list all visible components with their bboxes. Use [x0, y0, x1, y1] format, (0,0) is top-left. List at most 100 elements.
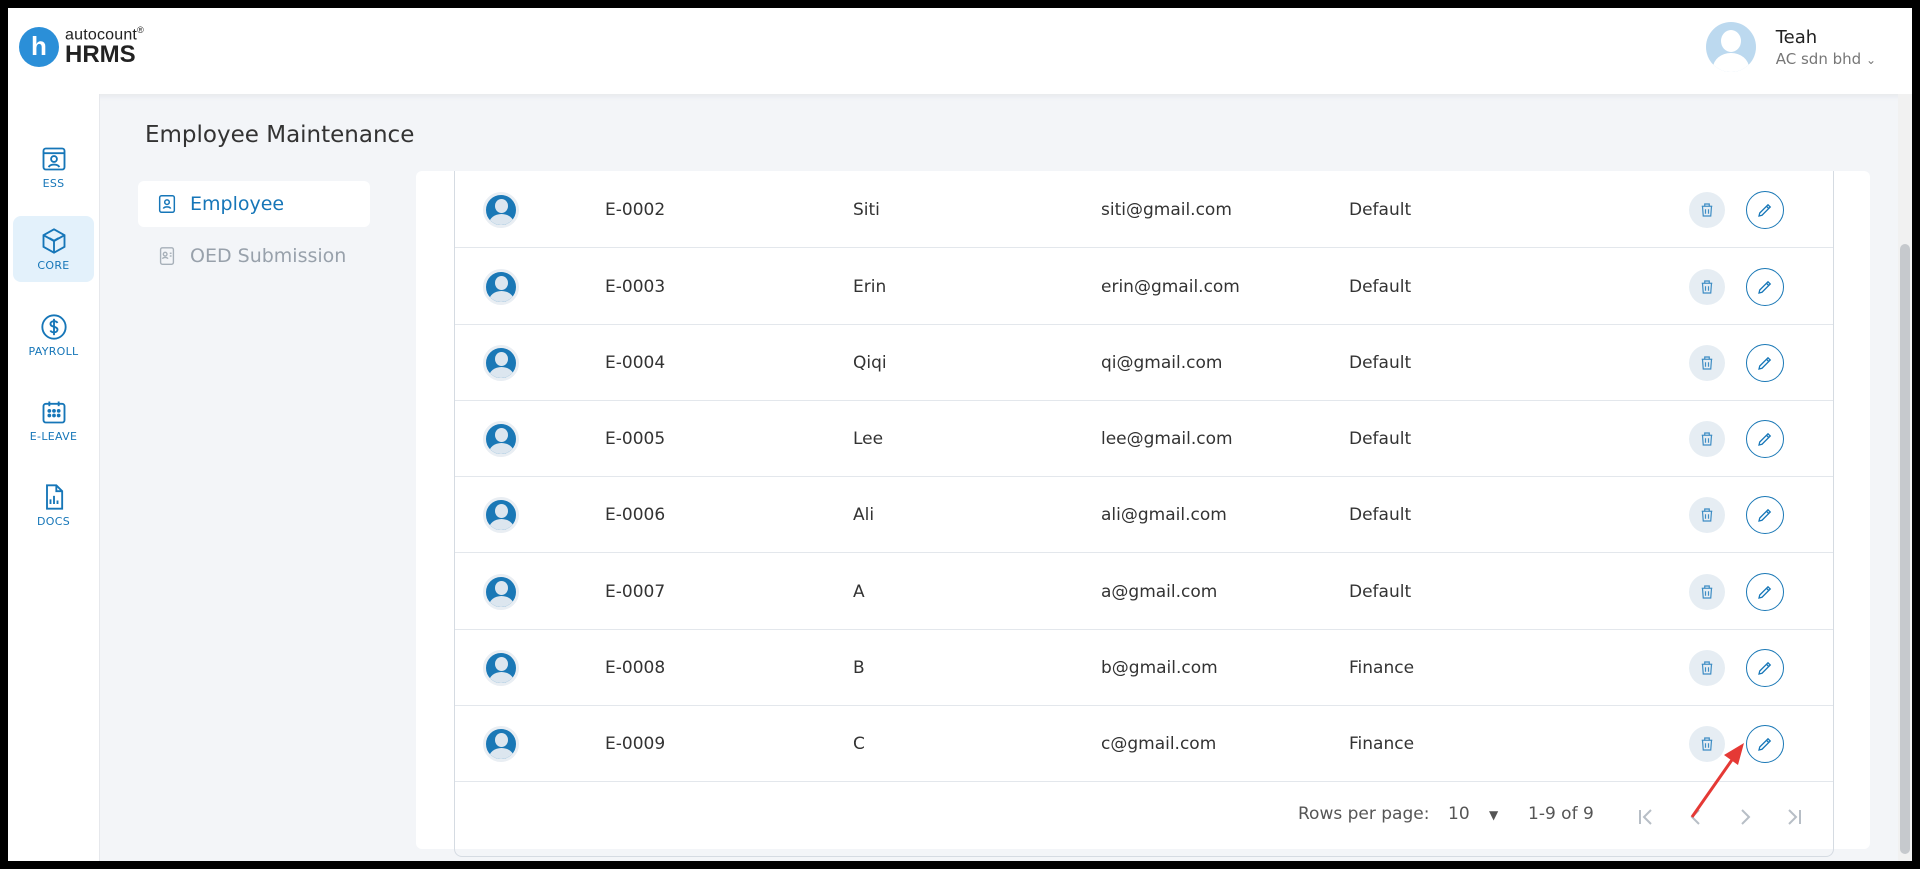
edit-button[interactable] — [1746, 495, 1784, 534]
employee-email: ali@gmail.com — [1101, 504, 1227, 525]
rail-item-payroll[interactable]: PAYROLL — [13, 302, 94, 368]
employee-email: c@gmail.com — [1101, 733, 1217, 754]
rows-per-page-value: 10 — [1448, 804, 1470, 824]
employee-name: A — [853, 581, 865, 602]
rail-item-eleave[interactable]: E-LEAVE — [13, 387, 94, 453]
pencil-icon — [1758, 432, 1772, 446]
employee-email: b@gmail.com — [1101, 657, 1218, 678]
employee-department: Default — [1349, 352, 1412, 373]
pencil-icon — [1758, 737, 1772, 751]
annotation-arrow-icon — [1690, 743, 1744, 818]
table-row[interactable]: E-0002 Siti siti@gmail.com Default — [455, 172, 1833, 248]
employee-name: B — [853, 657, 865, 678]
employee-avatar — [483, 649, 519, 686]
employee-code: E-0002 — [605, 199, 666, 220]
employee-department: Default — [1349, 428, 1412, 449]
delete-button[interactable] — [1689, 649, 1725, 686]
user-name: Teah — [1775, 26, 1818, 48]
dollar-icon — [40, 313, 67, 340]
first-page-icon[interactable] — [1634, 805, 1658, 829]
employee-name: Erin — [853, 276, 887, 297]
user-avatar — [1705, 22, 1756, 72]
table-row[interactable]: E-0005 Lee lee@gmail.com Default — [455, 401, 1833, 477]
employee-email: lee@gmail.com — [1101, 428, 1233, 449]
delete-button[interactable] — [1689, 573, 1725, 610]
scrollbar-thumb[interactable] — [1900, 244, 1910, 854]
rows-per-page-select[interactable]: 10 ▼ — [1448, 804, 1498, 824]
edit-button[interactable] — [1746, 572, 1784, 611]
calendar-icon — [42, 401, 65, 423]
rail-label-core: CORE — [37, 258, 70, 272]
delete-button[interactable] — [1689, 496, 1725, 533]
trash-icon — [1701, 355, 1713, 370]
employee-avatar — [483, 573, 519, 610]
employee-name: Qiqi — [853, 352, 887, 373]
cube-icon — [42, 227, 65, 254]
subnav-employee[interactable]: Employee — [138, 181, 370, 227]
trash-icon — [1701, 279, 1713, 294]
delete-button[interactable] — [1689, 191, 1725, 228]
delete-button[interactable] — [1689, 420, 1725, 457]
rail-label-eleave: E-LEAVE — [29, 429, 78, 443]
subnav-oed-submission[interactable]: OED Submission — [138, 233, 370, 279]
company-selector[interactable]: AC sdn bhd — [1776, 50, 1861, 68]
edit-button[interactable] — [1746, 343, 1784, 382]
rail-item-docs[interactable]: DOCS — [13, 472, 94, 538]
rows-per-page-label: Rows per page: — [1298, 804, 1430, 824]
pencil-icon — [1758, 508, 1772, 522]
employee-name: Siti — [853, 199, 880, 220]
table-row[interactable]: E-0008 B b@gmail.com Finance — [455, 630, 1833, 706]
employee-avatar — [483, 344, 519, 381]
edit-button[interactable] — [1746, 648, 1784, 687]
chevron-down-icon: ⌄ — [1865, 52, 1876, 67]
pencil-icon — [1758, 280, 1772, 294]
employee-code: E-0006 — [605, 504, 666, 525]
employee-email: siti@gmail.com — [1101, 199, 1232, 220]
logo-bottom-text: HRMS — [65, 41, 136, 69]
app-logo[interactable]: h autocount® HRMS — [19, 26, 144, 67]
trash-icon — [1701, 584, 1713, 599]
document-chart-icon — [45, 483, 63, 510]
employee-department: Finance — [1349, 733, 1415, 754]
edit-button[interactable] — [1746, 419, 1784, 458]
employee-department: Default — [1349, 581, 1412, 602]
subnav-label: OED Submission — [190, 245, 347, 267]
employee-avatar — [483, 496, 519, 533]
delete-button[interactable] — [1689, 344, 1725, 381]
rail-label-payroll: PAYROLL — [28, 344, 79, 358]
last-page-icon[interactable] — [1782, 805, 1806, 829]
employee-code: E-0004 — [605, 352, 666, 373]
logo-mark: h — [19, 26, 59, 67]
employee-email: qi@gmail.com — [1101, 352, 1223, 373]
employee-code: E-0003 — [605, 276, 666, 297]
rail-item-ess[interactable]: ESS — [13, 134, 94, 200]
employee-department: Default — [1349, 504, 1412, 525]
rail-label-docs: DOCS — [37, 514, 70, 528]
submission-icon — [159, 247, 175, 265]
table-row[interactable]: E-0007 A a@gmail.com Default — [455, 554, 1833, 630]
pencil-icon — [1758, 661, 1772, 675]
employee-department: Finance — [1349, 657, 1415, 678]
edit-button[interactable] — [1746, 267, 1784, 306]
employee-code: E-0005 — [605, 428, 666, 449]
edit-button[interactable] — [1746, 190, 1784, 229]
trash-icon — [1701, 660, 1713, 675]
employee-name: C — [853, 733, 865, 754]
pagination-range: 1-9 of 9 — [1528, 804, 1594, 824]
employee-avatar — [483, 725, 519, 762]
pencil-icon — [1758, 585, 1772, 599]
delete-button[interactable] — [1689, 268, 1725, 305]
trash-icon — [1701, 202, 1713, 217]
table-row[interactable]: E-0003 Erin erin@gmail.com Default — [455, 249, 1833, 325]
pencil-icon — [1758, 356, 1772, 370]
app-window: h autocount® HRMS Teah AC sdn bhd ⌄ ESS … — [8, 8, 1912, 861]
user-menu[interactable]: Teah AC sdn bhd ⌄ — [1705, 22, 1876, 72]
rail-item-core[interactable]: CORE — [13, 216, 94, 282]
table-row[interactable]: E-0004 Qiqi qi@gmail.com Default — [455, 325, 1833, 401]
id-badge-icon — [158, 195, 176, 213]
employee-department: Default — [1349, 199, 1412, 220]
table-row[interactable]: E-0009 C c@gmail.com Finance — [455, 706, 1833, 782]
table-row[interactable]: E-0006 Ali ali@gmail.com Default — [455, 477, 1833, 553]
top-header: h autocount® HRMS Teah AC sdn bhd ⌄ — [8, 8, 1912, 94]
pencil-icon — [1758, 203, 1772, 217]
